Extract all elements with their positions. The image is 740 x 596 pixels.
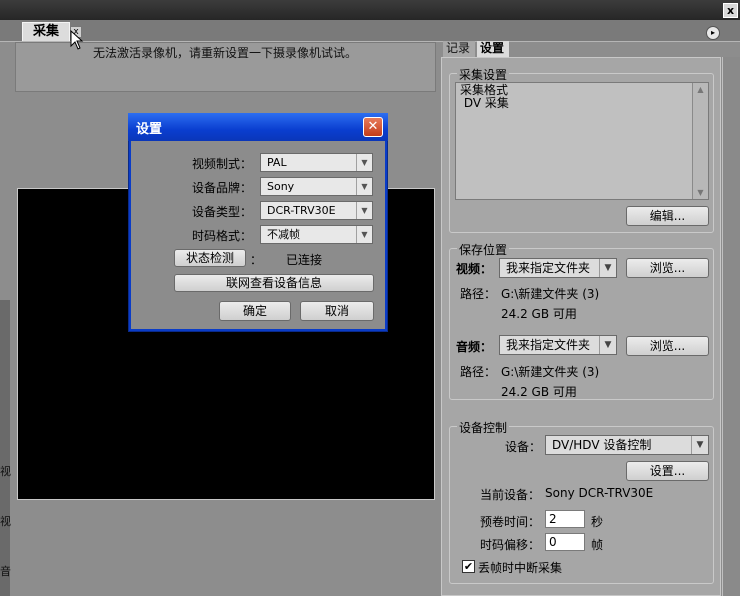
cancel-button[interactable]: 取消 [300, 301, 374, 321]
status-check-button[interactable]: 状态检测 [174, 249, 246, 267]
timecode-offset-label: 时码偏移： [480, 538, 541, 552]
video-path-label: 路径： [460, 287, 497, 301]
chevron-down-icon: ▼ [599, 259, 616, 277]
dialog-title: 设置 [136, 122, 163, 137]
video-folder-select[interactable]: 我来指定文件夹 ▼ [499, 258, 617, 278]
scroll-down-icon[interactable]: ▼ [693, 186, 708, 199]
chevron-down-icon: ▼ [599, 336, 616, 354]
online-device-info-button[interactable]: 联网查看设备信息 [174, 274, 374, 292]
video-standard-value: PAL [267, 156, 287, 169]
timecode-format-select[interactable]: 不减帧 ▼ [260, 225, 373, 244]
abort-on-dropped-frames-checkbox[interactable]: ✔ [462, 560, 475, 573]
audio-path-label: 路径： [460, 365, 497, 379]
video-path: G:\新建文件夹 (3) [501, 287, 600, 301]
video-label: 视频： [456, 262, 493, 276]
current-device-value: Sony DCR-TRV30E [545, 486, 654, 500]
save-location-label: 保存位置 [457, 241, 510, 258]
video-folder-value: 我来指定文件夹 [506, 261, 591, 275]
device-brand-value: Sony [267, 180, 295, 193]
device-brand-select[interactable]: Sony ▼ [260, 177, 373, 196]
video-free-space: 24.2 GB 可用 [501, 307, 577, 321]
timecode-offset-unit: 帧 [591, 538, 604, 552]
video-standard-label: 视频制式： [191, 157, 252, 171]
current-device-label: 当前设备： [480, 488, 541, 502]
left-edge-label-1: 视 [0, 465, 11, 478]
device-type-value: DCR-TRV30E [267, 204, 336, 217]
device-label: 设备： [505, 440, 542, 454]
video-browse-button[interactable]: 浏览... [626, 258, 709, 278]
status-separator: ： [250, 253, 263, 267]
capture-settings-label: 采集设置 [457, 66, 510, 83]
timecode-format-label: 时码格式： [191, 229, 252, 243]
capture-format-line-2: DV 采集 [460, 96, 509, 110]
audio-path: G:\新建文件夹 (3) [501, 365, 600, 379]
tab-log[interactable]: 记录 [443, 41, 475, 57]
audio-browse-button[interactable]: 浏览... [626, 336, 709, 356]
mouse-cursor-icon [70, 30, 84, 50]
chevron-down-icon: ▼ [691, 436, 708, 454]
audio-folder-select[interactable]: 我来指定文件夹 ▼ [499, 335, 617, 355]
device-brand-label: 设备品牌： [191, 181, 252, 195]
capture-format-list[interactable]: 采集格式 DV 采集 ▲ ▼ [455, 82, 709, 200]
scroll-up-icon[interactable]: ▲ [693, 83, 708, 96]
preroll-input[interactable]: 2 [545, 510, 585, 528]
dialog-title-bar[interactable] [128, 113, 388, 141]
timecode-offset-input[interactable]: 0 [545, 533, 585, 551]
panel-tab-strip [0, 20, 740, 42]
list-scrollbar[interactable]: ▲ ▼ [692, 83, 708, 199]
window-title-bar [0, 0, 740, 20]
preroll-label: 预卷时间： [480, 515, 541, 529]
status-message: 无法激活录像机，请重新设置一下摄录像机试试。 [93, 46, 358, 60]
preroll-unit: 秒 [591, 515, 604, 529]
panel-menu-icon[interactable]: ▸ [706, 26, 720, 40]
panel-scrollbar[interactable] [722, 57, 740, 596]
chevron-down-icon: ▼ [356, 202, 372, 219]
window-close-button[interactable]: x [723, 3, 738, 18]
device-type-select[interactable]: DCR-TRV30E ▼ [260, 201, 373, 220]
device-select[interactable]: DV/HDV 设备控制 ▼ [545, 435, 709, 455]
chevron-down-icon: ▼ [356, 178, 372, 195]
device-settings-button[interactable]: 设置... [626, 461, 709, 481]
tab-capture[interactable]: 采集 [22, 22, 70, 41]
device-type-label: 设备类型： [191, 205, 252, 219]
audio-folder-value: 我来指定文件夹 [506, 338, 591, 352]
left-edge-label-2: 视 [0, 515, 11, 528]
tab-settings[interactable]: 设置 [477, 41, 509, 57]
left-edge-label-3: 音 [0, 565, 11, 578]
chevron-down-icon: ▼ [356, 154, 372, 171]
device-select-value: DV/HDV 设备控制 [552, 438, 652, 452]
ok-button[interactable]: 确定 [219, 301, 291, 321]
chevron-down-icon: ▼ [356, 226, 372, 243]
audio-free-space: 24.2 GB 可用 [501, 385, 577, 399]
left-edge-strip [0, 300, 10, 596]
audio-label: 音频： [456, 340, 493, 354]
tab-capture-label: 采集 [33, 24, 60, 39]
timecode-format-value: 不减帧 [267, 228, 300, 241]
device-control-label: 设备控制 [457, 419, 510, 436]
abort-on-dropped-frames-label: 丢帧时中断采集 [478, 561, 563, 575]
video-standard-select[interactable]: PAL ▼ [260, 153, 373, 172]
dialog-close-button[interactable]: ✕ [363, 117, 383, 137]
connection-status: 已连接 [286, 253, 323, 267]
edit-button[interactable]: 编辑... [626, 206, 709, 226]
